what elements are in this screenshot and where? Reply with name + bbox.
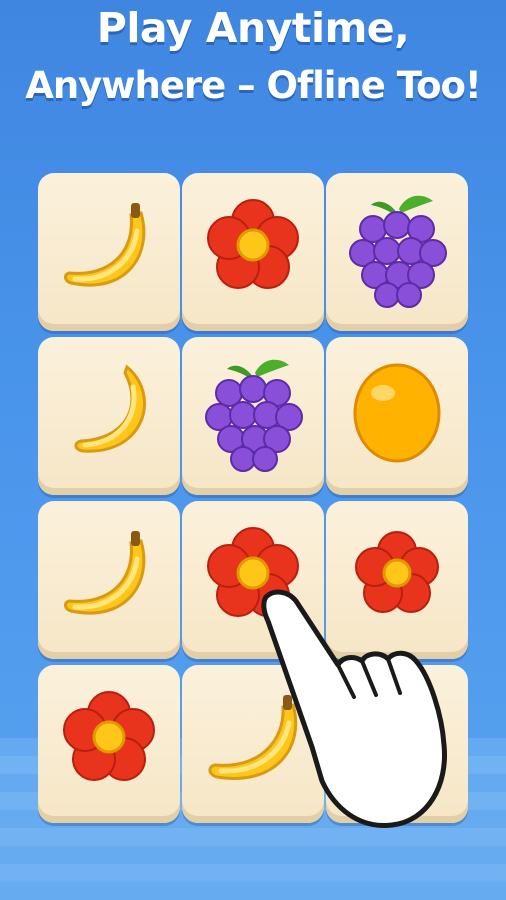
headline-line-1: Play Anytime,: [96, 4, 410, 52]
flower-icon: [207, 199, 299, 289]
pointing-hand-icon: [261, 589, 447, 828]
tile-flower[interactable]: [182, 173, 324, 331]
tile-banana[interactable]: [38, 501, 180, 659]
banana-icon: [63, 531, 146, 615]
headline: Play Anytime, Anywhere – Ofline Too!: [0, 4, 506, 107]
headline-line-2: Anywhere – Ofline Too!: [25, 64, 482, 107]
grapes-icon: [205, 359, 303, 472]
grapes-icon: [349, 195, 447, 308]
orange-icon: [353, 363, 441, 463]
banana-icon: [63, 203, 146, 287]
tile-banana[interactable]: [38, 173, 180, 331]
tile-grapes[interactable]: [326, 173, 468, 331]
flower-icon: [63, 691, 155, 781]
tile-grapes[interactable]: [182, 337, 324, 495]
tile-flower[interactable]: [38, 665, 180, 823]
banana-icon: [74, 364, 146, 453]
tile-orange[interactable]: [326, 337, 468, 495]
tile-banana[interactable]: [38, 337, 180, 495]
